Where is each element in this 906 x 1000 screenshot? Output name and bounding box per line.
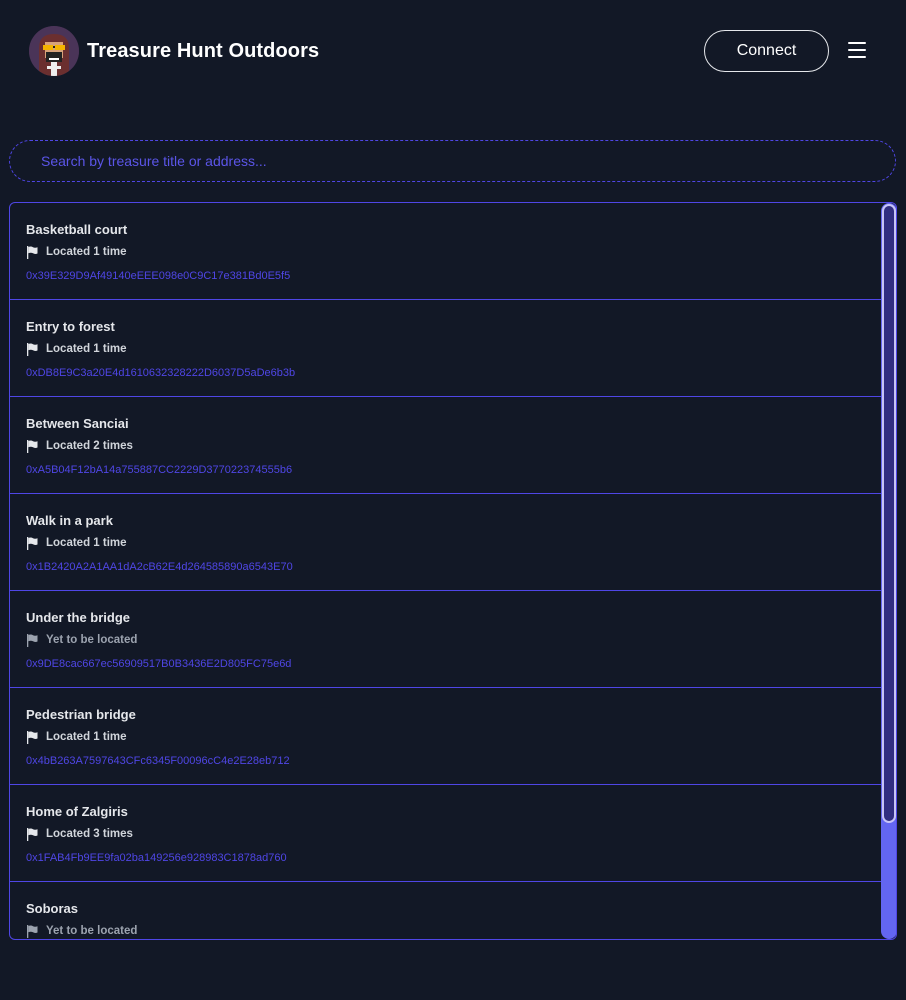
search-input[interactable] bbox=[9, 140, 896, 182]
treasure-address: 0x39E329D9Af49140eEEE098e0C9C17e381Bd0E5… bbox=[26, 270, 291, 282]
list-scrollbar[interactable] bbox=[881, 203, 896, 939]
treasure-status: Yet to be located bbox=[26, 924, 865, 938]
treasure-status-text: Located 1 time bbox=[46, 343, 127, 355]
flag-icon bbox=[27, 633, 38, 647]
treasure-status-text: Located 1 time bbox=[46, 246, 127, 258]
treasure-status: Located 1 time bbox=[26, 245, 865, 259]
treasure-address: 0x4bB263A7597643CFc6345F00096cC4e2E28eb7… bbox=[26, 755, 290, 767]
flag-icon bbox=[27, 536, 38, 550]
treasure-list-item[interactable]: Pedestrian bridge Located 1 time 0x4bB26… bbox=[10, 688, 881, 785]
treasure-status-text: Yet to be located bbox=[46, 634, 138, 646]
flag-icon bbox=[27, 342, 38, 356]
avatar-image bbox=[29, 26, 79, 76]
treasure-status: Located 1 time bbox=[26, 536, 865, 550]
treasure-list-item[interactable]: Entry to forest Located 1 time 0xDB8E9C3… bbox=[10, 300, 881, 397]
treasure-status: Yet to be located bbox=[26, 633, 865, 647]
treasure-list-item[interactable]: Home of Zalgiris Located 3 times 0x1FAB4… bbox=[10, 785, 881, 882]
treasure-status: Located 1 time bbox=[26, 730, 865, 744]
app-header: Treasure Hunt Outdoors Connect bbox=[0, 0, 906, 104]
treasure-title: Pedestrian bridge bbox=[26, 707, 136, 722]
treasure-status: Located 2 times bbox=[26, 439, 865, 453]
treasure-title: Between Sanciai bbox=[26, 416, 129, 431]
treasure-list-item[interactable]: Basketball court Located 1 time 0x39E329… bbox=[10, 203, 881, 300]
treasure-status-text: Located 1 time bbox=[46, 731, 127, 743]
avatar[interactable] bbox=[29, 26, 79, 76]
treasure-title: Walk in a park bbox=[26, 513, 113, 528]
treasure-list[interactable]: Basketball court Located 1 time 0x39E329… bbox=[10, 203, 881, 939]
treasure-title: Home of Zalgiris bbox=[26, 804, 128, 819]
treasure-status-text: Located 2 times bbox=[46, 440, 133, 452]
treasure-list-panel: Basketball court Located 1 time 0x39E329… bbox=[9, 202, 897, 940]
treasure-address: 0x1B2420A2A1AA1dA2cB62E4d264585890a6543E… bbox=[26, 561, 293, 573]
treasure-address: 0x1FAB4Fb9EE9fa02ba149256e928983C1878ad7… bbox=[26, 852, 287, 864]
flag-icon bbox=[27, 827, 38, 841]
scrollbar-thumb[interactable] bbox=[882, 204, 896, 823]
treasure-status-text: Yet to be located bbox=[46, 925, 138, 937]
flag-icon bbox=[27, 439, 38, 453]
treasure-address: 0xDB8E9C3a20E4d1610632328222D6037D5aDe6b… bbox=[26, 367, 296, 379]
flag-icon bbox=[27, 245, 38, 259]
treasure-list-item[interactable]: Under the bridge Yet to be located 0x9DE… bbox=[10, 591, 881, 688]
treasure-status-text: Located 1 time bbox=[46, 537, 127, 549]
treasure-list-item[interactable]: Walk in a park Located 1 time 0x1B2420A2… bbox=[10, 494, 881, 591]
treasure-status: Located 3 times bbox=[26, 827, 865, 841]
hamburger-menu-icon[interactable] bbox=[848, 42, 866, 58]
treasure-title: Basketball court bbox=[26, 222, 128, 237]
connect-button[interactable]: Connect bbox=[704, 30, 829, 72]
treasure-title: Entry to forest bbox=[26, 319, 115, 334]
treasure-list-item[interactable]: Between Sanciai Located 2 times 0xA5B04F… bbox=[10, 397, 881, 494]
treasure-status: Located 1 time bbox=[26, 342, 865, 356]
treasure-list-item[interactable]: Soboras Yet to be located bbox=[10, 882, 881, 939]
treasure-status-text: Located 3 times bbox=[46, 828, 133, 840]
treasure-title: Soboras bbox=[26, 901, 79, 916]
flag-icon bbox=[27, 924, 38, 938]
treasure-title: Under the bridge bbox=[26, 610, 131, 625]
flag-icon bbox=[27, 730, 38, 744]
treasure-address: 0x9DE8cac667ec56909517B0B3436E2D805FC75e… bbox=[26, 658, 292, 670]
app-title: Treasure Hunt Outdoors bbox=[87, 40, 320, 62]
treasure-address: 0xA5B04F12bA14a755887CC2229D377022374555… bbox=[26, 464, 293, 476]
